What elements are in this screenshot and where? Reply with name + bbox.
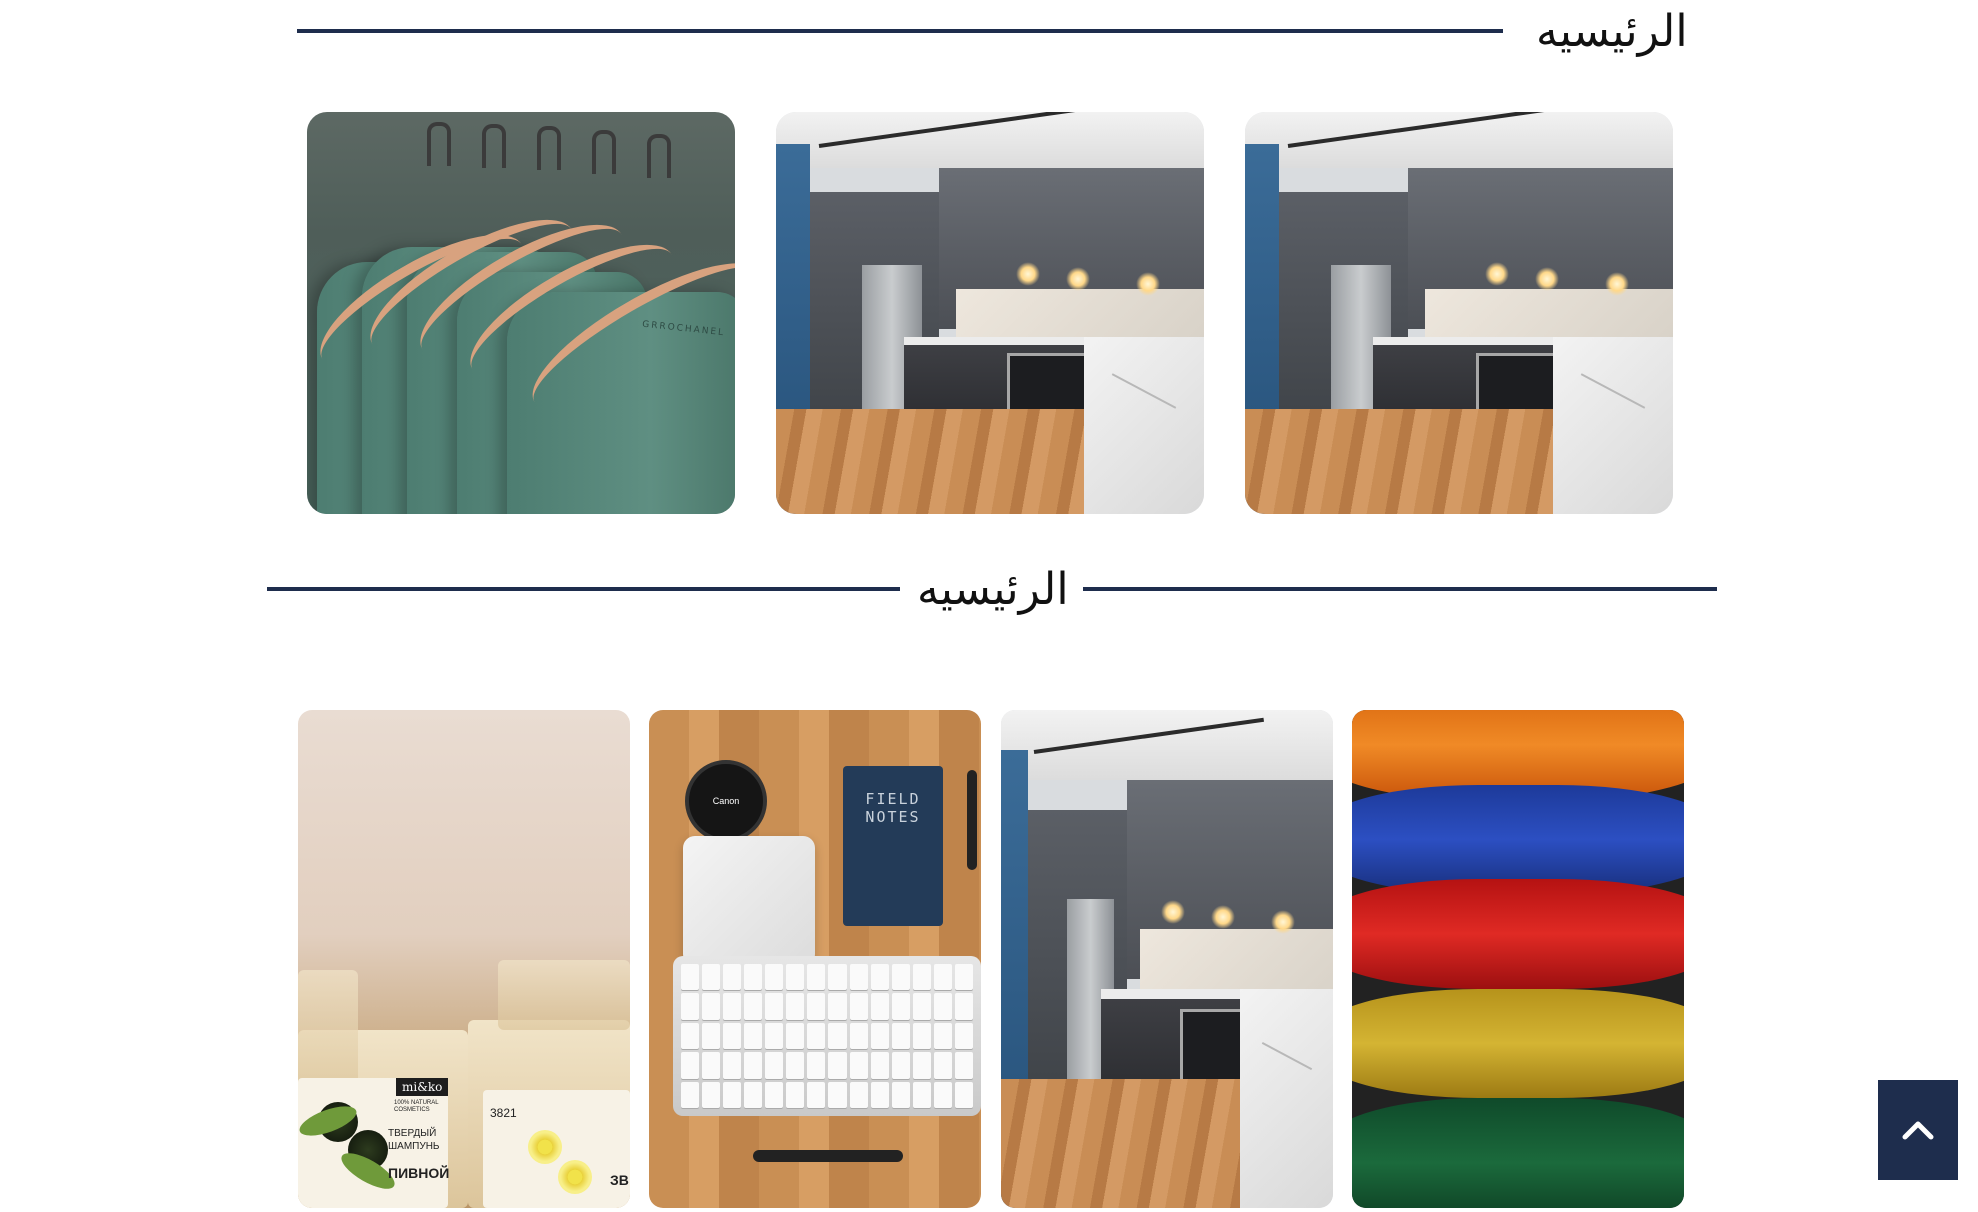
soap-sublabel: 100% NATURAL COSMETICS: [394, 1100, 439, 1114]
section2-divider-left: [267, 587, 900, 591]
image-yarn[interactable]: [1352, 710, 1684, 1208]
notebook-title-1: FIELD: [865, 790, 921, 808]
soap-partial-text: ЗВ: [610, 1172, 629, 1188]
notebook-title-2: NOTES: [865, 808, 921, 826]
camera-lens-cap: Canon: [685, 760, 767, 842]
soap-number: 3821: [490, 1106, 517, 1120]
image-kitchen-1[interactable]: [776, 112, 1204, 514]
back-to-top-button[interactable]: [1878, 1080, 1958, 1180]
section2-divider-right: [1083, 587, 1717, 591]
chevron-up-icon: [1902, 1121, 1934, 1140]
section1-title: الرئيسيه: [1536, 6, 1688, 57]
soap-ru-line1: ТВЕРДЫЙ: [388, 1128, 437, 1139]
section1-divider: [297, 29, 1503, 33]
soap-brand: mi&ko: [396, 1078, 449, 1096]
image-desk[interactable]: Canon FIELD NOTES: [649, 710, 981, 1208]
section2-title: الرئيسيه: [917, 564, 1069, 615]
soap-ru-line3: ПИВНОЙ: [388, 1165, 450, 1181]
soap-ru-line2: ШАМПУНЬ: [388, 1141, 440, 1152]
image-kitchen-2[interactable]: [1245, 112, 1673, 514]
image-tshirts[interactable]: GRROCHANEL: [307, 112, 735, 514]
image-kitchen-3[interactable]: [1001, 710, 1333, 1208]
image-soap[interactable]: mi&ko 100% NATURAL COSMETICS ТВЕРДЫЙ ШАМ…: [298, 710, 630, 1208]
